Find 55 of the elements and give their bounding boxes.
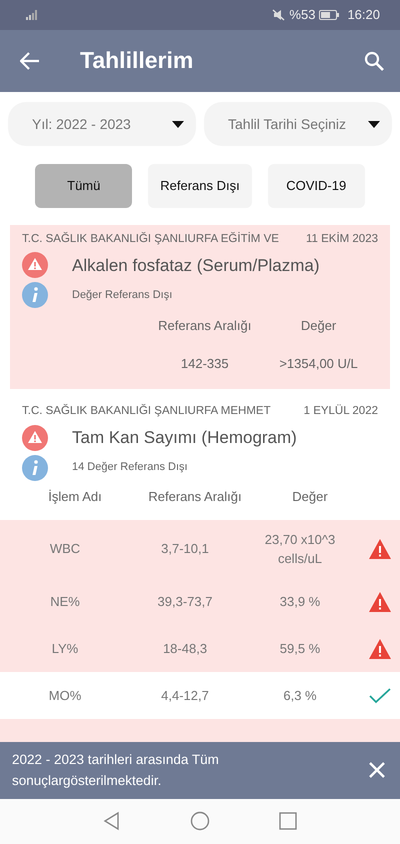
battery-percent: %53 [289,6,316,24]
table-cell-text: LY% [50,640,80,658]
table-cell-text: >1354,00 U/L [278,354,359,373]
dropdown[interactable]: Yıl: 2022 - 2023 [8,102,196,146]
check-icon [369,688,391,704]
test-name: Tam Kan Sayımı (Hemogram) [72,426,297,449]
caret-icon [368,120,380,128]
column-header: Referans Aralığı [157,317,252,336]
page-title: Tahlillerim [80,47,194,75]
status-note: Değer Referans Dışı [72,288,172,303]
recents-icon [278,811,298,832]
snackbar-message: 2022 - 2023 tarihleri arasında Tüm sonuçlargösterilmektedir. [12,751,220,790]
filter-tab[interactable]: Referans Dışı [148,164,252,208]
search-icon [364,50,384,71]
test-name: Alkalen fosfataz (Serum/Plazma) [72,254,320,276]
signal-icon [26,10,40,20]
warning-triangle-icon [368,538,392,560]
table-cell-text: MO% [48,686,82,705]
table-cell-text: 39,3-73,7 [156,592,214,611]
table-cell-text: WBC [48,540,82,558]
hospital-name: T.C. SAĞLIK BAKANLIĞI ŞANLIURFA MEHMET [22,403,271,420]
warning-triangle-icon [368,638,392,660]
home-icon [190,811,210,832]
info-icon [22,282,48,308]
table-cell-text: 6,3 % [282,686,318,705]
table-cell-text: 3,7-10,1 [160,540,210,558]
filter-tab[interactable]: Tümü [35,164,132,208]
column-header: Değer [291,488,329,506]
result-date: 1 EYLÜL 2022 [304,403,378,420]
column-header: Referans Aralığı [147,488,243,506]
battery-icon [319,10,340,20]
mute-icon [272,9,286,21]
dropdown[interactable]: Tahlil Tarihi Seçiniz [204,102,392,146]
clock: 16:20 [347,6,380,24]
caret-icon [172,120,184,128]
back-arrow-icon [20,52,40,70]
hospital-name: T.C. SAĞLIK BAKANLIĞI ŞANLIURFA EĞİTİM VE [22,231,279,247]
warning-icon [22,424,48,450]
info-icon [22,454,48,480]
table-cell-text: 18-48,3 [162,640,208,658]
warning-icon [22,252,48,278]
table-cell-text: 142-335 [180,354,230,373]
table-cell-text: 59,5 % [278,640,322,658]
filter-tab[interactable]: COVID-19 [268,164,365,208]
close-icon [368,761,386,780]
column-header: İşlem Adı [47,488,103,506]
search-button[interactable] [364,49,384,73]
table-cell-text: 4,4-12,7 [160,686,210,705]
table-cell-text: 33,9 % [278,592,322,611]
column-header: Değer [300,317,338,336]
status-note: 14 Değer Referans Dışı [72,460,188,476]
result-date: 11 EKİM 2023 [306,231,378,247]
table-cell-text: NE% [49,592,81,611]
table-cell-text: 23,70 x10^3 cells/uL [264,530,336,568]
warning-triangle-icon [368,590,392,612]
